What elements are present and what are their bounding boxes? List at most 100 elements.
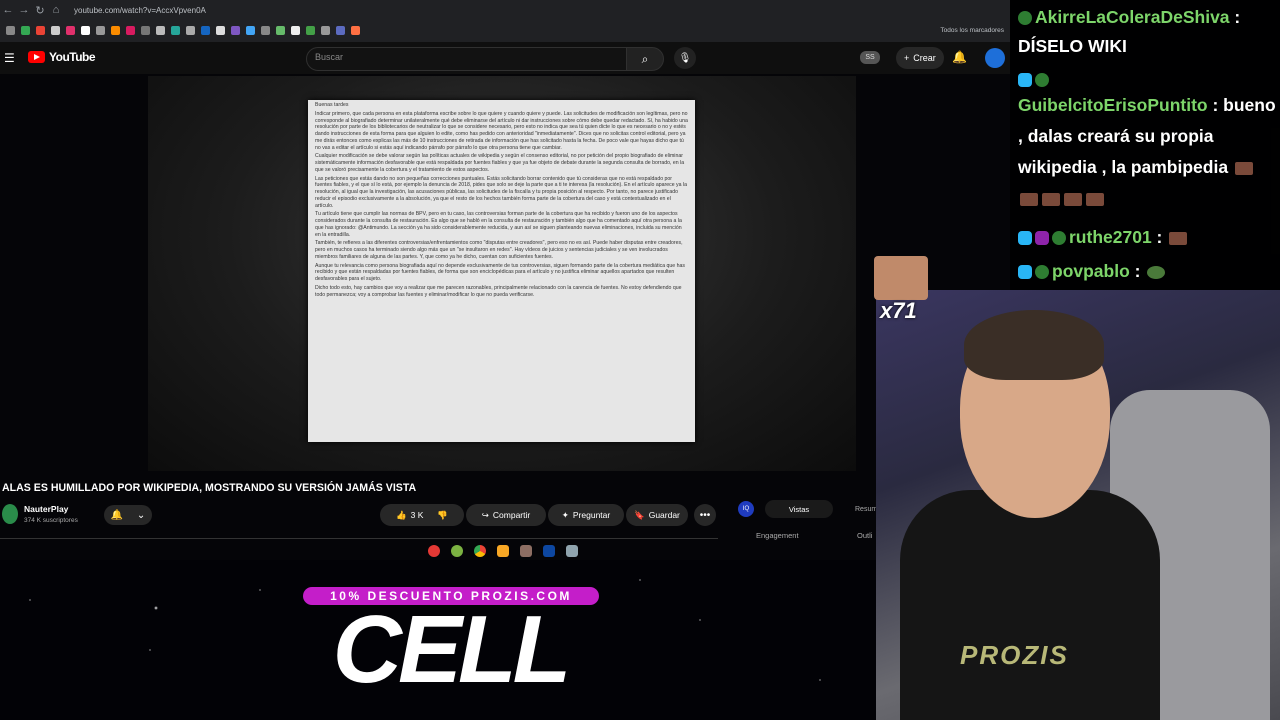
bookmark-icon[interactable] [96, 25, 105, 35]
bookmark-icon[interactable] [126, 25, 135, 35]
minecraft-icon[interactable] [520, 545, 532, 557]
search-button[interactable]: ⌕ [626, 47, 664, 71]
browser-toolbar: ← → ↻ ⌂ youtube.com/watch?v=AccxVpven0A [0, 0, 1010, 20]
menu-icon[interactable]: ☰ [4, 51, 15, 65]
bell-icon: 🔔 [110, 509, 124, 521]
chat-separator: : [1129, 261, 1141, 281]
bookmark-icon[interactable] [156, 25, 165, 35]
document-paragraph: Dicho todo esto, hay cambios que voy a r… [315, 284, 682, 298]
chat-text: DÍSELO WIKI [1018, 36, 1127, 56]
document-paragraph: También, te refieres a las diferentes co… [315, 240, 683, 260]
bookmark-icon[interactable] [276, 25, 285, 35]
chat-separator: : [1207, 95, 1219, 115]
bookmarks-folder[interactable]: Todos los marcadores [940, 27, 1004, 34]
subscribed-button[interactable]: 🔔 ⌄ [104, 505, 152, 525]
folder-icon[interactable] [497, 545, 509, 557]
iq-extension-icon[interactable]: IQ [738, 501, 754, 517]
emote-icon [1086, 192, 1104, 206]
like-button[interactable]: 👍 3 K 👎 [380, 504, 464, 526]
bookmark-icon[interactable] [81, 25, 90, 35]
chat-message: GuibelcitoErisoPuntito : bueno , dalas c… [1018, 90, 1276, 214]
bookmark-icon[interactable] [21, 25, 30, 35]
taskbar [420, 542, 618, 560]
thumbs-down-icon[interactable]: 👎 [437, 510, 448, 521]
plus-icon: + [904, 53, 910, 63]
cube-badge-icon [1018, 73, 1032, 88]
avatar[interactable] [985, 48, 1005, 68]
emote-icon [1234, 161, 1253, 175]
save-button[interactable]: 🔖 Guardar [626, 504, 688, 526]
chat-username: ruthe2701 [1069, 227, 1152, 247]
create-button[interactable]: + Crear [896, 47, 944, 69]
tab-resumen[interactable]: Resum [855, 506, 877, 513]
emote-icon [1169, 231, 1188, 245]
bookmark-icon[interactable] [231, 25, 240, 35]
document-paragraph: Buenas tardes [315, 102, 349, 108]
notifications-bell-icon[interactable]: 🔔 [952, 50, 967, 64]
back-icon[interactable]: ← [0, 2, 16, 18]
share-button[interactable]: ↪ Compartir [466, 504, 546, 526]
subscriber-count: 374 K suscriptores [24, 517, 78, 524]
photoshop-icon[interactable] [543, 545, 555, 557]
chat-separator: : [1151, 227, 1163, 247]
home-icon[interactable]: ⌂ [48, 2, 64, 18]
voice-search-button[interactable]: 🎙 [674, 47, 696, 69]
bookmark-icon[interactable] [336, 25, 345, 35]
app-icon[interactable] [451, 545, 463, 557]
tab-vistas[interactable]: Vistas [765, 500, 833, 518]
bookmark-icon[interactable] [306, 25, 315, 35]
share-icon: ↪ [481, 509, 489, 520]
channel-avatar[interactable] [2, 504, 18, 524]
chat-badge-icon [1052, 231, 1066, 246]
more-actions-button[interactable]: ••• [694, 504, 716, 526]
bookmark-icon[interactable] [6, 25, 15, 35]
bookmark-icon[interactable] [141, 25, 150, 35]
youtube-logo-text: YouTube [49, 50, 96, 64]
bookmark-icon[interactable] [201, 25, 210, 35]
chevron-down-icon: ⌄ [136, 509, 146, 521]
youtube-play-icon [28, 51, 45, 63]
bookmark-icon[interactable] [291, 25, 300, 35]
bookmark-icon[interactable] [111, 25, 120, 35]
chat-username: GuibelcitoErisoPuntito [1018, 95, 1208, 115]
forward-icon[interactable]: → [16, 2, 32, 18]
emote-icon [1147, 265, 1166, 279]
document-paragraph: Tu artículo tiene que cumplir las normas… [315, 211, 682, 238]
search-icon: ⌕ [641, 51, 649, 66]
chrome-icon[interactable] [474, 545, 486, 557]
thumbs-up-icon: 👍 [396, 509, 407, 520]
bookmark-icon[interactable] [351, 25, 360, 35]
stream-chat: AkirreLaColeraDeShiva : DÍSELO WIKI Guib… [1010, 0, 1280, 290]
bookmark-icon[interactable] [261, 25, 270, 35]
obs-icon[interactable] [428, 545, 440, 557]
streamer-hair [964, 310, 1104, 380]
outlier-header: Outli [857, 531, 873, 540]
youtube-logo[interactable]: YouTube [28, 50, 96, 64]
promo-headline: CELL [332, 596, 572, 703]
wikipedia-message-document: Buenas tardes Indicar primero, que cada … [308, 100, 695, 442]
chat-message: AkirreLaColeraDeShiva : DÍSELO WIKI [1018, 2, 1240, 62]
streamer-shirt [900, 490, 1160, 720]
shirt-logo: PROZIS [960, 640, 1069, 670]
ask-button[interactable]: ✦ Preguntar [548, 504, 624, 526]
extension-badge[interactable]: SS [860, 51, 880, 64]
bookmark-icon[interactable] [246, 25, 255, 35]
chat-username: povpablo [1052, 261, 1130, 281]
channel-name[interactable]: NauterPlay [24, 504, 68, 514]
bookmark-icon[interactable] [321, 25, 330, 35]
chat-badge-icon [1035, 73, 1049, 88]
bookmark-icon[interactable] [66, 25, 75, 35]
chat-badge-icon [1018, 11, 1032, 26]
bookmark-icon[interactable] [51, 25, 60, 35]
bookmark-icon[interactable] [171, 25, 180, 35]
gmail-icon[interactable] [36, 25, 45, 35]
reload-icon[interactable]: ↻ [32, 2, 48, 18]
address-bar[interactable]: youtube.com/watch?v=AccxVpven0A [74, 6, 206, 15]
bookmark-icon[interactable] [216, 25, 225, 35]
bookmark-icon[interactable] [186, 25, 195, 35]
alert-emote-icon [874, 256, 928, 300]
cube-badge-icon [1018, 231, 1032, 246]
search-input[interactable] [306, 47, 628, 71]
app-icon[interactable] [566, 545, 578, 557]
chat-message: ruthe2701 : [1018, 222, 1189, 253]
